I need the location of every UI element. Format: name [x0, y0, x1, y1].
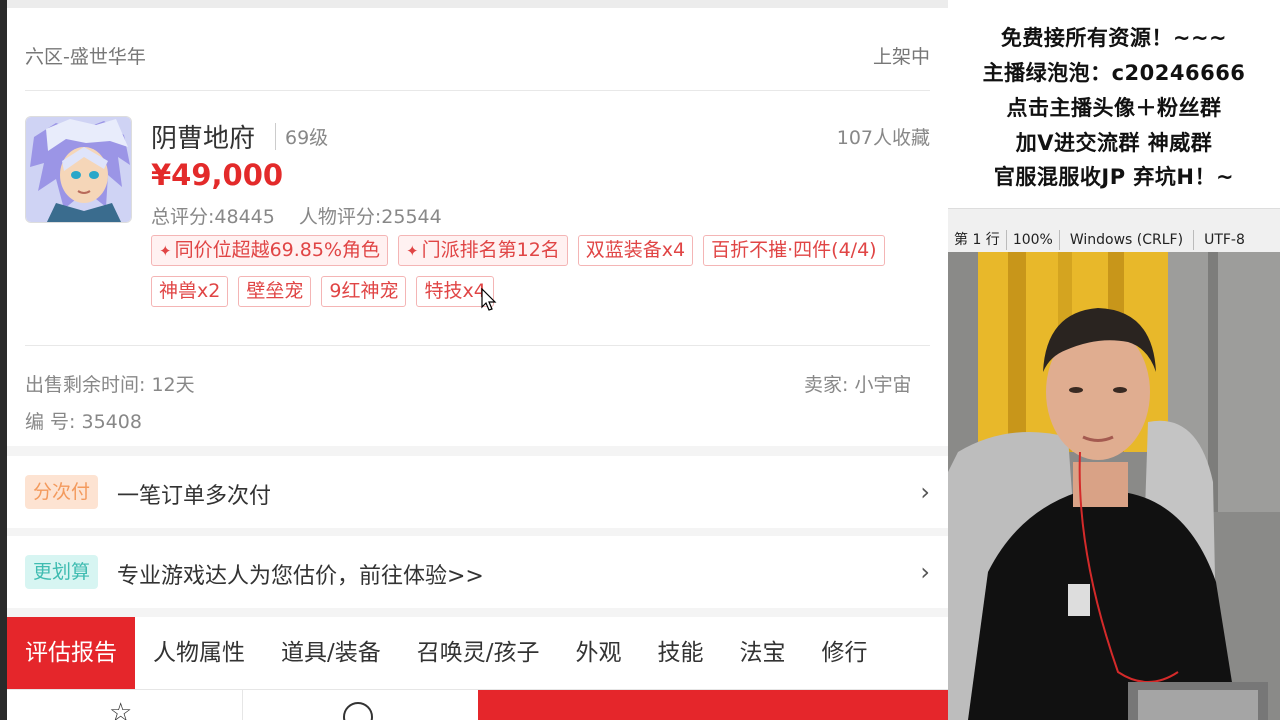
promo-badge: 分次付: [25, 475, 99, 509]
tab-evaluation-report[interactable]: 评估报告: [7, 617, 135, 689]
zoom-level: 100%: [1007, 230, 1060, 250]
character-level: 69级: [275, 123, 328, 150]
promo-badge: 更划算: [25, 555, 99, 589]
valuation-promo[interactable]: 更划算 专业游戏达人为您估价，前往体验>> ›: [7, 536, 948, 608]
tag-label: 门派排名第12名: [421, 239, 560, 261]
price: ¥49,000: [151, 158, 284, 192]
trade-app: 六区-盛世华年 上架中 阴曹地府 69级 107人收藏 ¥49,000 总评分:…: [7, 0, 948, 720]
tag-item[interactable]: 神兽x2: [151, 276, 229, 307]
tag-item[interactable]: ✦ 同价位超越69.85%角色: [151, 235, 389, 266]
detail-tabs: 评估报告 人物属性 道具/装备 召唤灵/孩子 外观 技能 法宝 修行: [7, 617, 948, 689]
mouse-cursor-icon: [481, 288, 497, 311]
character-score: 人物评分:25544: [298, 206, 442, 228]
star-icon[interactable]: ☆: [109, 698, 132, 720]
tag-label: 神兽x2: [159, 280, 221, 302]
tab-treasures[interactable]: 法宝: [722, 617, 804, 689]
chevron-right-icon: ›: [920, 478, 930, 506]
seller-name[interactable]: 卖家: 小宇宙: [804, 370, 930, 397]
serial-number: 编 号: 35408: [25, 411, 142, 433]
stream-overlay-text: 免费接所有资源！~~~ 主播绿泡泡：c20246666 点击主播头像＋粉丝群 加…: [948, 0, 1280, 208]
installment-promo[interactable]: 分次付 一笔订单多次付 ›: [7, 456, 948, 528]
promo-text: 专业游戏达人为您估价，前往体验>>: [117, 564, 484, 589]
bottom-action-bar: ☆: [7, 689, 948, 720]
tag-item[interactable]: 百折不摧·四件(4/4): [703, 235, 885, 266]
tag-item[interactable]: ✦ 门派排名第12名: [398, 235, 568, 266]
server-name: 六区-盛世华年: [25, 46, 146, 68]
buy-button[interactable]: [478, 690, 948, 720]
tab-summons-children[interactable]: 召唤灵/孩子: [399, 617, 558, 689]
total-score: 总评分:48445: [151, 206, 275, 228]
listing-card: 六区-盛世华年 上架中 阴曹地府 69级 107人收藏 ¥49,000 总评分:…: [7, 0, 948, 446]
character-name: 阴曹地府: [151, 124, 256, 154]
scores: 总评分:48445 人物评分:25544: [151, 202, 442, 229]
overlay-line: 主播绿泡泡：c20246666: [982, 61, 1246, 85]
divider: [242, 690, 243, 720]
tag-label: 9红神宠: [329, 280, 399, 302]
tag-label: 特技x4: [424, 280, 486, 302]
tag-label: 壁垒宠: [246, 280, 304, 302]
line-ending: Windows (CRLF): [1060, 230, 1195, 250]
tab-skills[interactable]: 技能: [640, 617, 722, 689]
webcam-feed: [948, 252, 1280, 720]
tag-item[interactable]: 壁垒宠: [238, 276, 312, 307]
divider: [25, 90, 930, 91]
overlay-line: 加V进交流群 神威群: [1015, 131, 1213, 155]
chevron-right-icon: ›: [920, 558, 930, 586]
diamond-star-icon: ✦: [406, 242, 419, 260]
overlay-line: 免费接所有资源！~~~: [1000, 26, 1228, 50]
tag-item[interactable]: 双蓝装备x4: [577, 235, 694, 266]
cursor-position: 第 1 行: [948, 230, 1007, 250]
tag-label: 双蓝装备x4: [585, 239, 686, 261]
encoding: UTF-8: [1204, 232, 1245, 248]
divider: [25, 345, 930, 346]
promo-text: 一笔订单多次付: [117, 484, 272, 509]
overlay-line: 点击主播头像＋粉丝群: [1006, 96, 1222, 120]
diamond-star-icon: ✦: [159, 242, 172, 260]
favorites-count: 107人收藏: [836, 127, 930, 149]
tab-appearance[interactable]: 外观: [558, 617, 640, 689]
remaining-time: 出售剩余时间: 12天: [25, 374, 195, 396]
user-icon[interactable]: [343, 702, 373, 720]
status-fields: 第 1 行 100% Windows (CRLF) UTF-8: [948, 227, 1280, 253]
tab-items-equipment[interactable]: 道具/装备: [263, 617, 399, 689]
left-edge: [0, 0, 7, 720]
tag-list: ✦ 同价位超越69.85%角色 ✦ 门派排名第12名 双蓝装备x4 百折不摧·四件(…: [151, 235, 931, 307]
overlay-line: 官服混服收JP 弃坑H！~: [993, 165, 1235, 189]
tag-label: 百折不摧·四件(4/4): [711, 239, 877, 261]
tag-label: 同价位超越69.85%角色: [174, 239, 381, 261]
listing-status: 上架中: [872, 46, 930, 68]
server-row: 六区-盛世华年 上架中: [25, 42, 930, 69]
tab-cultivation[interactable]: 修行: [804, 617, 886, 689]
tag-item[interactable]: 9红神宠: [321, 276, 407, 307]
notepad-status-bar: 第 1 行 100% Windows (CRLF) UTF-8: [948, 208, 1280, 252]
tab-character-attributes[interactable]: 人物属性: [135, 617, 263, 689]
character-avatar[interactable]: [25, 116, 132, 223]
